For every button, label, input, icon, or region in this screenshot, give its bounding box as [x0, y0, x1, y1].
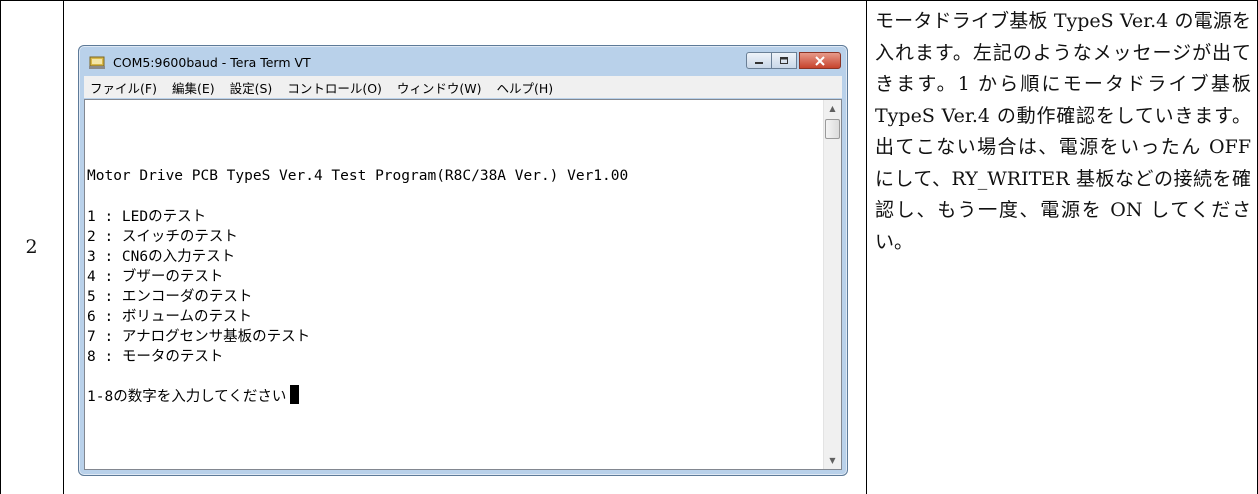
- maximize-button[interactable]: [771, 52, 797, 69]
- table-border-top: [0, 0, 1258, 1]
- vertical-scrollbar[interactable]: ▲ ▼: [823, 100, 841, 469]
- scroll-up-arrow[interactable]: ▲: [824, 100, 841, 117]
- menu-edit[interactable]: 編集(E): [172, 78, 215, 97]
- text-cursor: [290, 385, 300, 404]
- menu-option-5: 5 : エンコーダのテスト: [87, 289, 253, 305]
- menu-option-6: 6 : ボリュームのテスト: [87, 309, 252, 325]
- scroll-down-arrow[interactable]: ▼: [824, 452, 841, 469]
- window-title: COM5:9600baud - Tera Term VT: [113, 55, 311, 70]
- menu-help[interactable]: ヘルプ(H): [497, 78, 554, 97]
- terminal-output: Motor Drive PCB TypeS Ver.4 Test Program…: [87, 100, 821, 469]
- menu-window[interactable]: ウィンドウ(W): [397, 78, 482, 97]
- menu-file[interactable]: ファイル(F): [90, 78, 157, 97]
- teraterm-window[interactable]: COM5:9600baud - Tera Term VT ファイル(F) 編集(…: [78, 45, 848, 476]
- teraterm-app-icon: [89, 55, 105, 69]
- terminal-header-line: Motor Drive PCB TypeS Ver.4 Test Program…: [87, 168, 629, 184]
- menu-bar: ファイル(F) 編集(E) 設定(S) コントロール(O) ウィンドウ(W) ヘ…: [84, 76, 842, 98]
- menu-option-1: 1 : LEDのテスト: [87, 209, 207, 225]
- scroll-thumb[interactable]: [825, 119, 840, 139]
- step-number: 2: [25, 236, 38, 258]
- menu-option-2: 2 : スイッチのテスト: [87, 229, 238, 245]
- table-divider-1: [63, 0, 64, 494]
- maximize-icon: [780, 56, 788, 64]
- minimize-button[interactable]: [746, 52, 772, 69]
- menu-option-8: 8 : モータのテスト: [87, 349, 224, 365]
- input-prompt: 1-8の数字を入力してください: [87, 389, 287, 405]
- table-divider-2: [866, 0, 867, 494]
- menu-option-4: 4 : ブザーのテスト: [87, 269, 224, 285]
- menu-control[interactable]: コントロール(O): [287, 78, 382, 97]
- menu-setup[interactable]: 設定(S): [230, 78, 273, 97]
- window-controls: [746, 52, 841, 69]
- close-icon: [815, 55, 825, 66]
- step-description: モータドライブ基板 TypeS Ver.4 の電源を入れます。左記のようなメッセ…: [875, 10, 1251, 253]
- terminal-area[interactable]: Motor Drive PCB TypeS Ver.4 Test Program…: [84, 99, 842, 470]
- input-prompt-line: 1-8の数字を入力してください: [87, 385, 300, 406]
- close-button[interactable]: [799, 52, 841, 69]
- minimize-icon: [755, 61, 763, 64]
- menu-option-3: 3 : CN6の入力テスト: [87, 249, 236, 265]
- menu-option-7: 7 : アナログセンサ基板のテスト: [87, 329, 311, 345]
- title-bar[interactable]: COM5:9600baud - Tera Term VT: [79, 46, 847, 76]
